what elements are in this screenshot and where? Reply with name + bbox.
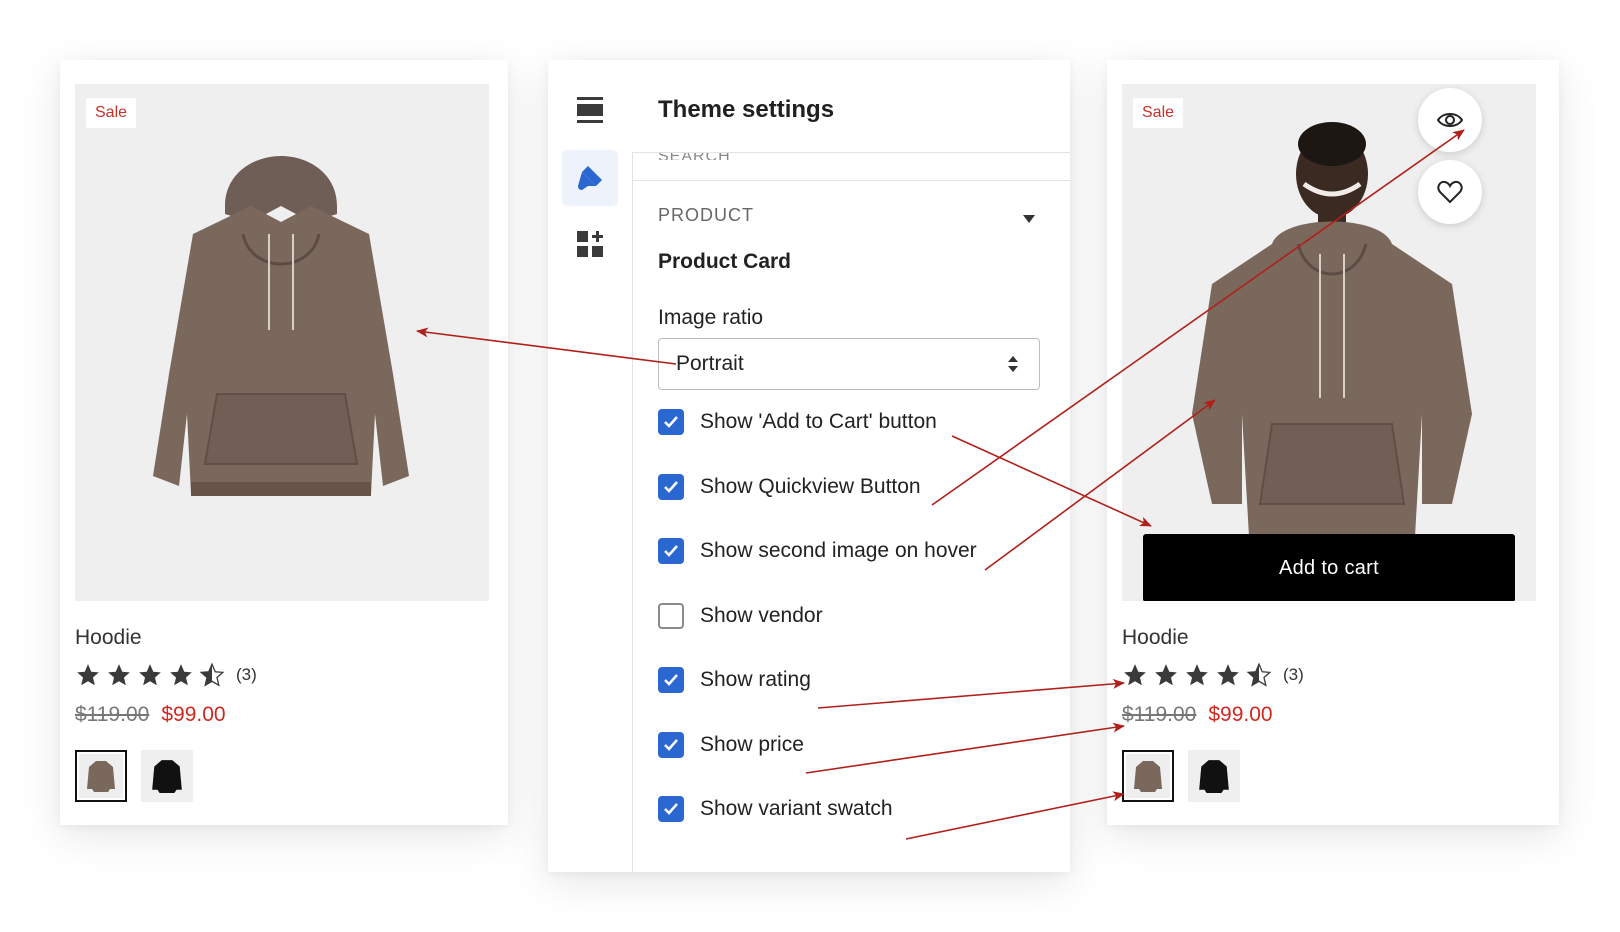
sale-price: $99.00 (161, 703, 226, 726)
product-title[interactable]: Hoodie (1122, 626, 1189, 650)
checkmark-icon[interactable] (658, 474, 684, 500)
brown-hoodie-thumb (1134, 761, 1162, 792)
checkbox-show-second-image[interactable]: Show second image on hover (658, 538, 977, 564)
sale-price: $99.00 (1208, 703, 1273, 726)
theme-settings-rail-button[interactable] (562, 150, 618, 206)
star-icon (1124, 664, 1146, 686)
star-icon (170, 664, 192, 686)
model-hoodie-image (1192, 122, 1472, 601)
layout-sections-icon (577, 97, 603, 123)
sale-badge: Sale (1133, 98, 1184, 128)
black-hoodie-thumb (152, 760, 182, 793)
checkmark-icon[interactable] (658, 667, 684, 693)
swatch-brown[interactable] (75, 750, 127, 802)
product-card-preview-left: Sale Hoodie (3) $119.00 $99.00 (60, 60, 508, 825)
heart-icon (1437, 180, 1463, 204)
add-to-cart-button[interactable]: Add to cart (1143, 534, 1515, 601)
checkbox-label: Show Quickview Button (700, 475, 921, 498)
swatch-brown[interactable] (1122, 750, 1174, 802)
checkbox-show-vendor[interactable]: Show vendor (658, 603, 823, 629)
product-image-hover[interactable]: Sale Add to cart (1122, 84, 1536, 601)
product-card-preview-right: Sale Add to cart Hoodie (3) $119.00 $99.0… (1107, 60, 1559, 825)
image-ratio-label: Image ratio (658, 306, 764, 329)
checkmark-icon[interactable] (658, 409, 684, 435)
sale-badge: Sale (86, 98, 137, 128)
black-hoodie-thumb (1199, 760, 1229, 793)
half-star-icon (1246, 662, 1272, 687)
wishlist-button[interactable] (1418, 160, 1482, 224)
apps-rail-button[interactable] (562, 216, 618, 272)
panel-header: Theme settings (632, 60, 1070, 153)
sections-rail-button[interactable] (562, 82, 618, 138)
select-arrows-icon (1008, 356, 1018, 372)
star-icon (77, 664, 99, 686)
product-image[interactable]: Sale (75, 84, 489, 601)
product-price: $119.00 $99.00 (75, 703, 226, 727)
product-rating: (3) (1122, 662, 1304, 688)
checkbox-label: Show price (700, 733, 804, 756)
checkmark-icon[interactable] (658, 538, 684, 564)
image-ratio-value: Portrait (676, 352, 744, 375)
checkbox-show-add-to-cart[interactable]: Show 'Add to Cart' button (658, 409, 937, 435)
eye-icon (1436, 113, 1464, 127)
product-title[interactable]: Hoodie (75, 626, 142, 650)
star-icon (108, 664, 130, 686)
half-star-icon (199, 662, 225, 687)
hoodie-image (153, 156, 409, 496)
rating-count: (3) (236, 665, 257, 684)
product-price: $119.00 $99.00 (1122, 703, 1273, 727)
section-product-label[interactable]: PRODUCT (658, 205, 754, 226)
compare-price: $119.00 (75, 703, 150, 726)
brown-hoodie-thumb (87, 761, 115, 792)
checkbox-label: Show second image on hover (700, 539, 977, 562)
checkbox-show-variant-swatch[interactable]: Show variant swatch (658, 796, 893, 822)
chevron-down-icon[interactable] (1022, 211, 1036, 229)
compare-price: $119.00 (1122, 703, 1197, 726)
checkbox-label: Show 'Add to Cart' button (700, 410, 937, 433)
checkbox-label: Show variant swatch (700, 797, 893, 820)
panel-title: Theme settings (658, 96, 835, 123)
product-card-heading: Product Card (658, 250, 792, 273)
theme-settings-panel: Theme settings SEARCH PRODUCT Product Ca… (548, 60, 1070, 872)
checkbox-label: Show rating (700, 668, 811, 691)
image-ratio-select[interactable]: Portrait (658, 338, 1040, 390)
quickview-button[interactable] (1418, 88, 1482, 152)
swatch-black[interactable] (141, 750, 193, 802)
paint-brush-icon (578, 166, 602, 190)
checkbox-label: Show vendor (700, 604, 823, 627)
checkbox-show-rating[interactable]: Show rating (658, 667, 811, 693)
checkmark-icon[interactable] (658, 732, 684, 758)
checkbox-show-quickview[interactable]: Show Quickview Button (658, 474, 921, 500)
variant-swatches (1122, 750, 1240, 802)
apps-add-icon (577, 231, 603, 257)
star-icon (1155, 664, 1177, 686)
checkbox-show-price[interactable]: Show price (658, 732, 804, 758)
star-icon (139, 664, 161, 686)
star-icon (1186, 664, 1208, 686)
checkmark-icon[interactable] (658, 796, 684, 822)
rating-count: (3) (1283, 665, 1304, 684)
divider (632, 180, 1070, 181)
checkbox-empty[interactable] (658, 603, 684, 629)
star-icon (1217, 664, 1239, 686)
product-rating: (3) (75, 662, 257, 688)
variant-swatches (75, 750, 193, 802)
icon-rail (548, 60, 633, 872)
swatch-black[interactable] (1188, 750, 1240, 802)
